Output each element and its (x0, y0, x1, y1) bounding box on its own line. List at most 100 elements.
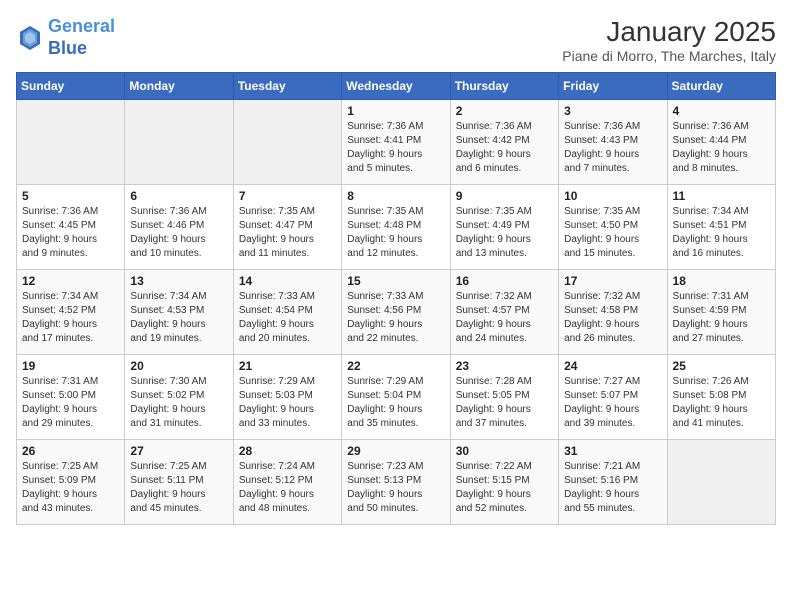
day-cell: 19 Sunrise: 7:31 AM Sunset: 5:00 PM Dayli… (17, 355, 125, 440)
day-cell (233, 100, 341, 185)
day-cell (125, 100, 233, 185)
calendar-body: 1Sunrise: 7:36 AM Sunset: 4:41 PM Daylig… (17, 100, 776, 525)
dow-header-wednesday: Wednesday (342, 73, 450, 100)
day-number: 2 (456, 104, 553, 118)
day-cell: 21Sunrise: 7:29 AM Sunset: 5:03 PM Dayli… (233, 355, 341, 440)
day-number: 4 (673, 104, 770, 118)
day-number: 29 (347, 444, 444, 458)
day-cell: 10 Sunrise: 7:35 AM Sunset: 4:50 PM Dayli… (559, 185, 667, 270)
day-number: 27 (130, 444, 227, 458)
day-cell: 14 Sunrise: 7:33 AM Sunset: 4:54 PM Dayli… (233, 270, 341, 355)
day-number: 26 (22, 444, 119, 458)
day-number: 6 (130, 189, 227, 203)
day-cell: 26 Sunrise: 7:25 AM Sunset: 5:09 PM Dayli… (17, 440, 125, 525)
day-cell: 13 Sunrise: 7:34 AM Sunset: 4:53 PM Dayli… (125, 270, 233, 355)
day-info: Sunrise: 7:35 AM Sunset: 4:49 PM Dayligh… (456, 205, 553, 261)
day-info: Sunrise: 7:36 AM Sunset: 4:42 PM Dayligh… (456, 120, 553, 176)
day-info: Sunrise: 7:27 AM Sunset: 5:07 PM Dayligh… (564, 375, 661, 431)
logo-text: General Blue (48, 16, 115, 59)
day-cell: 16Sunrise: 7:32 AM Sunset: 4:57 PM Dayli… (450, 270, 558, 355)
day-info: Sunrise: 7:25 AM Sunset: 5:09 PM Dayligh… (22, 460, 119, 516)
logo-icon (16, 24, 44, 52)
day-number: 12 (22, 274, 119, 288)
calendar-table: SundayMondayTuesdayWednesdayThursdayFrid… (16, 72, 776, 525)
day-cell: 28 Sunrise: 7:24 AM Sunset: 5:12 PM Dayli… (233, 440, 341, 525)
day-number: 22 (347, 359, 444, 373)
location-subtitle: Piane di Morro, The Marches, Italy (562, 48, 776, 64)
week-row-4: 19 Sunrise: 7:31 AM Sunset: 5:00 PM Dayli… (17, 355, 776, 440)
day-cell: 27 Sunrise: 7:25 AM Sunset: 5:11 PM Dayli… (125, 440, 233, 525)
day-cell: 29 Sunrise: 7:23 AM Sunset: 5:13 PM Dayli… (342, 440, 450, 525)
day-info: Sunrise: 7:28 AM Sunset: 5:05 PM Dayligh… (456, 375, 553, 431)
page-header: General Blue January 2025 Piane di Morro… (16, 16, 776, 64)
day-number: 7 (239, 189, 336, 203)
day-cell: 30Sunrise: 7:22 AM Sunset: 5:15 PM Dayli… (450, 440, 558, 525)
day-number: 24 (564, 359, 661, 373)
day-info: Sunrise: 7:24 AM Sunset: 5:12 PM Dayligh… (239, 460, 336, 516)
day-number: 18 (673, 274, 770, 288)
day-number: 11 (673, 189, 770, 203)
day-number: 5 (22, 189, 119, 203)
day-cell: 17 Sunrise: 7:32 AM Sunset: 4:58 PM Dayli… (559, 270, 667, 355)
day-info: Sunrise: 7:31 AM Sunset: 4:59 PM Dayligh… (673, 290, 770, 346)
logo: General Blue (16, 16, 115, 59)
day-number: 17 (564, 274, 661, 288)
day-number: 10 (564, 189, 661, 203)
day-number: 28 (239, 444, 336, 458)
day-cell (667, 440, 775, 525)
day-cell: 5 Sunrise: 7:36 AM Sunset: 4:45 PM Daylig… (17, 185, 125, 270)
day-cell: 1Sunrise: 7:36 AM Sunset: 4:41 PM Daylig… (342, 100, 450, 185)
day-cell: 3 Sunrise: 7:36 AM Sunset: 4:43 PM Daylig… (559, 100, 667, 185)
day-cell: 4 Sunrise: 7:36 AM Sunset: 4:44 PM Daylig… (667, 100, 775, 185)
day-info: Sunrise: 7:29 AM Sunset: 5:03 PM Dayligh… (239, 375, 336, 431)
day-cell: 12Sunrise: 7:34 AM Sunset: 4:52 PM Dayli… (17, 270, 125, 355)
day-info: Sunrise: 7:35 AM Sunset: 4:47 PM Dayligh… (239, 205, 336, 261)
day-cell: 9 Sunrise: 7:35 AM Sunset: 4:49 PM Daylig… (450, 185, 558, 270)
day-info: Sunrise: 7:33 AM Sunset: 4:56 PM Dayligh… (347, 290, 444, 346)
week-row-3: 12Sunrise: 7:34 AM Sunset: 4:52 PM Dayli… (17, 270, 776, 355)
dow-header-tuesday: Tuesday (233, 73, 341, 100)
day-info: Sunrise: 7:29 AM Sunset: 5:04 PM Dayligh… (347, 375, 444, 431)
day-cell: 15 Sunrise: 7:33 AM Sunset: 4:56 PM Dayli… (342, 270, 450, 355)
day-info: Sunrise: 7:21 AM Sunset: 5:16 PM Dayligh… (564, 460, 661, 516)
day-number: 19 (22, 359, 119, 373)
day-number: 13 (130, 274, 227, 288)
week-row-5: 26 Sunrise: 7:25 AM Sunset: 5:09 PM Dayli… (17, 440, 776, 525)
day-number: 15 (347, 274, 444, 288)
day-number: 8 (347, 189, 444, 203)
day-cell (17, 100, 125, 185)
day-info: Sunrise: 7:35 AM Sunset: 4:50 PM Dayligh… (564, 205, 661, 261)
day-cell: 22 Sunrise: 7:29 AM Sunset: 5:04 PM Dayli… (342, 355, 450, 440)
day-info: Sunrise: 7:34 AM Sunset: 4:53 PM Dayligh… (130, 290, 227, 346)
day-number: 14 (239, 274, 336, 288)
day-info: Sunrise: 7:23 AM Sunset: 5:13 PM Dayligh… (347, 460, 444, 516)
day-info: Sunrise: 7:30 AM Sunset: 5:02 PM Dayligh… (130, 375, 227, 431)
day-info: Sunrise: 7:36 AM Sunset: 4:44 PM Dayligh… (673, 120, 770, 176)
day-number: 9 (456, 189, 553, 203)
week-row-1: 1Sunrise: 7:36 AM Sunset: 4:41 PM Daylig… (17, 100, 776, 185)
day-cell: 23 Sunrise: 7:28 AM Sunset: 5:05 PM Dayli… (450, 355, 558, 440)
title-block: January 2025 Piane di Morro, The Marches… (562, 16, 776, 64)
day-info: Sunrise: 7:36 AM Sunset: 4:43 PM Dayligh… (564, 120, 661, 176)
dow-header-saturday: Saturday (667, 73, 775, 100)
day-info: Sunrise: 7:32 AM Sunset: 4:58 PM Dayligh… (564, 290, 661, 346)
day-cell: 25Sunrise: 7:26 AM Sunset: 5:08 PM Dayli… (667, 355, 775, 440)
day-info: Sunrise: 7:34 AM Sunset: 4:51 PM Dayligh… (673, 205, 770, 261)
day-info: Sunrise: 7:35 AM Sunset: 4:48 PM Dayligh… (347, 205, 444, 261)
day-info: Sunrise: 7:33 AM Sunset: 4:54 PM Dayligh… (239, 290, 336, 346)
day-cell: 2 Sunrise: 7:36 AM Sunset: 4:42 PM Daylig… (450, 100, 558, 185)
day-number: 20 (130, 359, 227, 373)
day-info: Sunrise: 7:25 AM Sunset: 5:11 PM Dayligh… (130, 460, 227, 516)
day-info: Sunrise: 7:32 AM Sunset: 4:57 PM Dayligh… (456, 290, 553, 346)
day-cell: 20 Sunrise: 7:30 AM Sunset: 5:02 PM Dayli… (125, 355, 233, 440)
day-number: 31 (564, 444, 661, 458)
dow-header-friday: Friday (559, 73, 667, 100)
day-info: Sunrise: 7:36 AM Sunset: 4:45 PM Dayligh… (22, 205, 119, 261)
day-cell: 7 Sunrise: 7:35 AM Sunset: 4:47 PM Daylig… (233, 185, 341, 270)
day-info: Sunrise: 7:26 AM Sunset: 5:08 PM Dayligh… (673, 375, 770, 431)
week-row-2: 5 Sunrise: 7:36 AM Sunset: 4:45 PM Daylig… (17, 185, 776, 270)
day-info: Sunrise: 7:31 AM Sunset: 5:00 PM Dayligh… (22, 375, 119, 431)
day-number: 23 (456, 359, 553, 373)
day-number: 3 (564, 104, 661, 118)
dow-header-sunday: Sunday (17, 73, 125, 100)
